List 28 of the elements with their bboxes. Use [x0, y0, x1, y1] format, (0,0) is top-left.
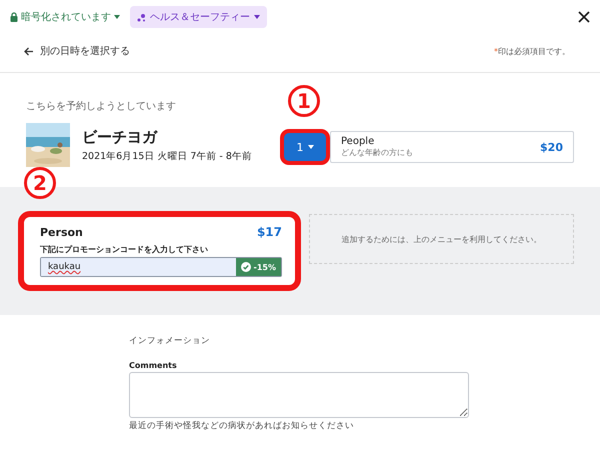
- ticket-description: どんな年齢の方にも: [341, 147, 413, 158]
- class-title: ビーチヨガ: [82, 128, 159, 146]
- caret-icon: [114, 15, 120, 19]
- lock-icon: [10, 12, 18, 22]
- annotation-number: 2: [24, 167, 56, 199]
- comments-field[interactable]: [129, 372, 469, 418]
- empty-slot: 追加するためには、上のメニューを利用してください。: [309, 214, 574, 264]
- caret-icon: [308, 145, 314, 149]
- comments-hint: 最近の手術や怪我などの病状があればお知らせください: [129, 420, 355, 432]
- annotation-number: 1: [288, 85, 320, 117]
- promo-label: 下記にプロモーションコードを入力して下さい: [40, 244, 209, 255]
- caret-icon: [254, 15, 260, 19]
- person-label: Person: [40, 226, 83, 238]
- back-arrow-icon: [24, 46, 34, 56]
- back-link[interactable]: 別の日時を選択する: [24, 44, 130, 58]
- info-heading: インフォメーション: [129, 335, 211, 347]
- comments-label: Comments: [129, 361, 178, 370]
- close-icon[interactable]: [578, 11, 590, 23]
- booking-heading: こちらを予約しようとしています: [26, 100, 177, 113]
- encryption-status[interactable]: 暗号化されています: [10, 10, 120, 24]
- ticket-price: $20: [540, 140, 563, 154]
- quantity-dropdown[interactable]: 1: [284, 133, 326, 161]
- person-price: $17: [256, 225, 282, 239]
- sparkle-icon: [137, 12, 146, 22]
- health-safety-button[interactable]: ヘルス＆セーフティー: [130, 6, 267, 28]
- ticket-name: People: [341, 136, 376, 147]
- required-note: *印は必須項目です。: [494, 46, 570, 56]
- class-date: 2021年6月15日 火曜日 7午前 - 8午前: [82, 150, 252, 162]
